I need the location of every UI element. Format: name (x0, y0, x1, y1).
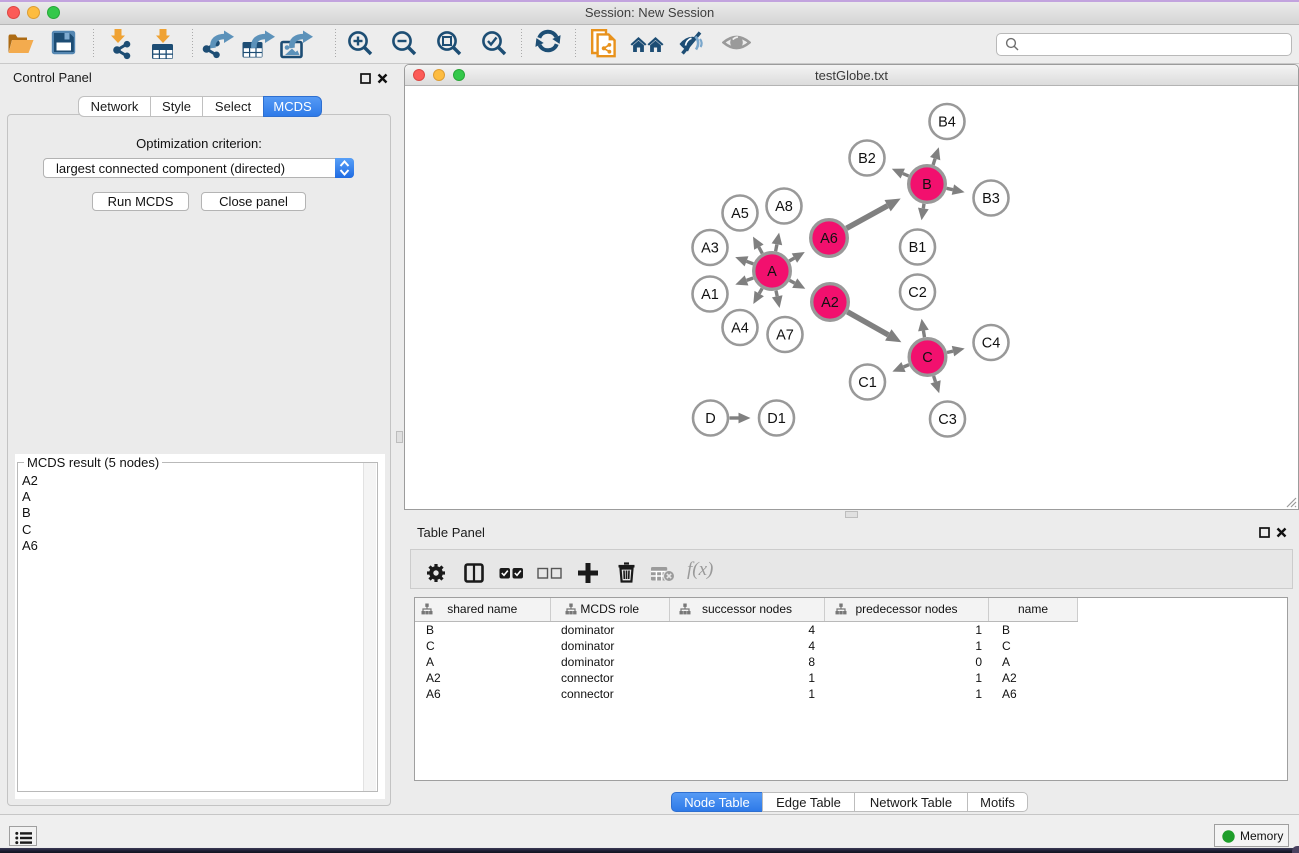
svg-text:A2: A2 (821, 295, 839, 311)
svg-text:A6: A6 (820, 231, 838, 247)
svg-text:A4: A4 (731, 321, 749, 337)
svg-text:C1: C1 (858, 375, 877, 391)
svg-text:C3: C3 (938, 412, 957, 428)
svg-text:D1: D1 (767, 411, 786, 427)
svg-text:C4: C4 (982, 336, 1001, 352)
svg-text:A7: A7 (776, 328, 794, 344)
svg-text:C: C (922, 350, 932, 366)
svg-text:B3: B3 (982, 191, 1000, 207)
svg-text:A5: A5 (731, 206, 749, 222)
svg-text:A8: A8 (775, 199, 793, 215)
svg-text:B1: B1 (909, 240, 927, 256)
svg-text:A: A (767, 264, 777, 280)
svg-text:B4: B4 (938, 115, 956, 131)
svg-text:A3: A3 (701, 241, 719, 257)
svg-text:C2: C2 (908, 285, 927, 301)
svg-text:B: B (922, 177, 932, 193)
svg-text:B2: B2 (858, 151, 876, 167)
svg-text:D: D (705, 411, 715, 427)
svg-text:A1: A1 (701, 287, 719, 303)
